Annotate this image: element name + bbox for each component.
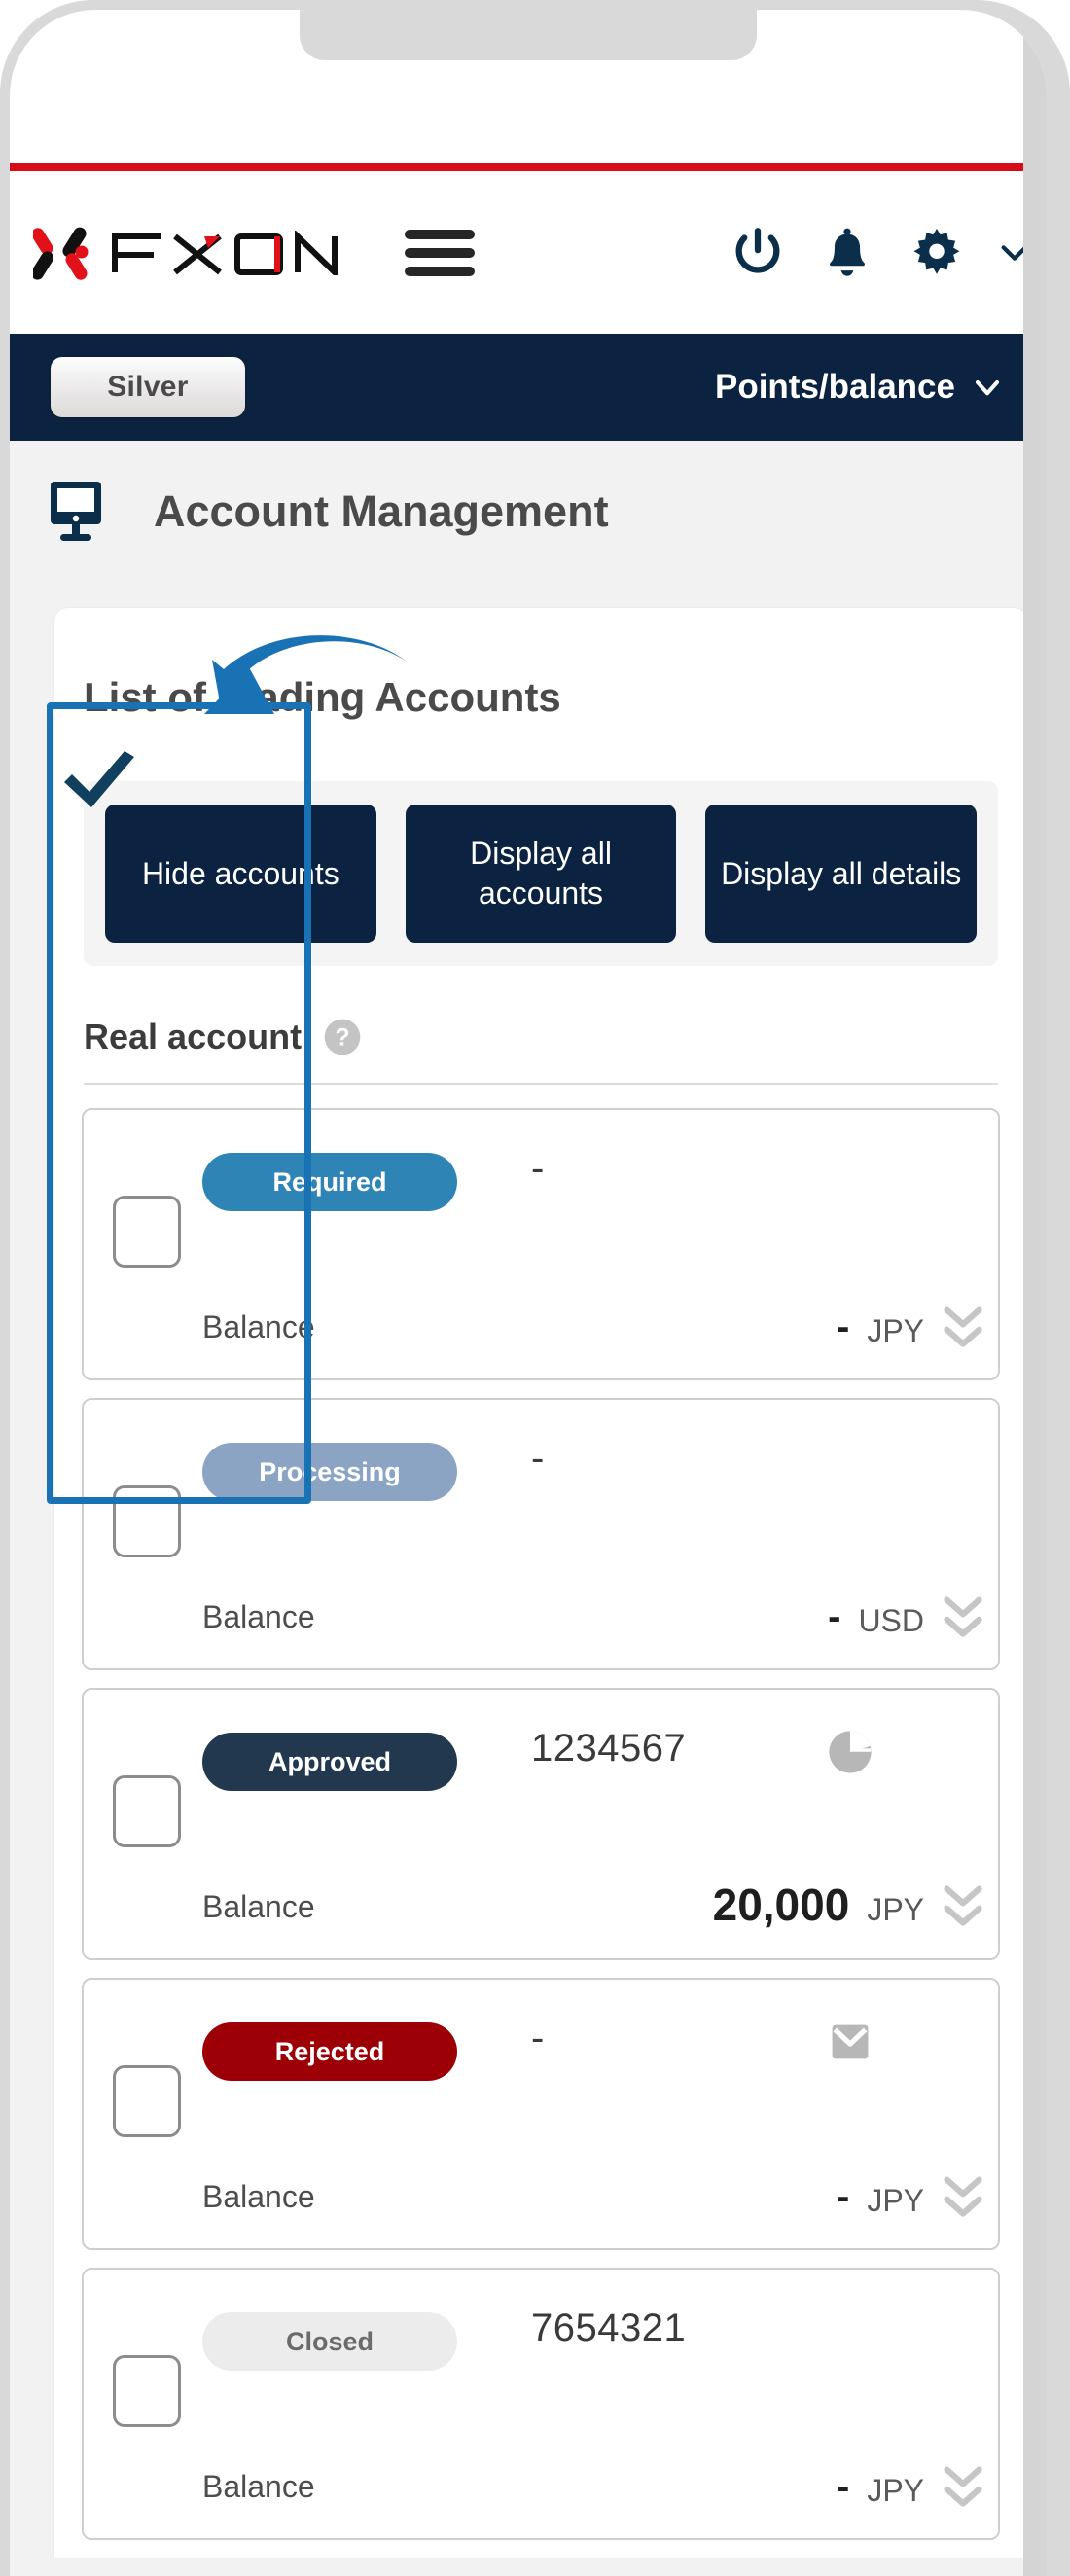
gear-icon[interactable] — [909, 225, 965, 281]
balance-currency: USD — [858, 1603, 924, 1638]
account-row[interactable]: Closed Balance 7654321 - JPY — [82, 2268, 1000, 2540]
account-row-left: Rejected Balance — [84, 1980, 525, 2248]
balance-label: Balance — [202, 1599, 315, 1634]
account-number: - — [531, 2017, 545, 2059]
balance-line: - JPY — [837, 2161, 984, 2221]
hamburger-menu-icon[interactable] — [405, 228, 475, 278]
balance-amount: 20,000 — [712, 1879, 850, 1930]
account-number: 1234567 — [531, 1727, 687, 1770]
balance-amount: - — [828, 1595, 841, 1638]
power-icon[interactable] — [730, 225, 786, 281]
brand-accent-rule — [10, 163, 1047, 171]
status-badge[interactable]: Approved — [202, 1733, 457, 1791]
balance-currency: JPY — [867, 2183, 924, 2218]
balance-amount: - — [836, 1306, 850, 1348]
chevron-double-down-icon[interactable] — [942, 2172, 984, 2223]
status-badge[interactable]: Processing — [202, 1443, 457, 1501]
section-divider — [84, 1083, 998, 1085]
account-list: Required Balance - - JPY Processing Bala… — [82, 1108, 1000, 2540]
balance-amount: - — [836, 2465, 850, 2508]
account-row-left: Closed Balance — [84, 2270, 525, 2538]
account-row[interactable]: Rejected Balance - - JPY — [82, 1978, 1000, 2250]
account-row[interactable]: Required Balance - - JPY — [82, 1108, 1000, 1380]
balance-line: 20,000 JPY — [713, 1870, 984, 1931]
account-select-checkbox[interactable] — [113, 2355, 181, 2427]
header-icon-group — [730, 225, 1031, 281]
account-select-checkbox[interactable] — [113, 1196, 181, 1268]
account-number: 7654321 — [531, 2307, 687, 2349]
phone-mockup-frame: Silver Points/balance Account Management — [0, 0, 1070, 2576]
balance-currency: JPY — [867, 1892, 924, 1927]
filter-button-group: Hide accounts Display all accounts Displ… — [84, 781, 998, 966]
balance-line: - JPY — [837, 1291, 984, 1351]
balance-line: - JPY — [837, 2451, 984, 2511]
points-balance-bar: Silver Points/balance — [10, 334, 1047, 441]
balance-amount: - — [836, 2175, 850, 2218]
app-header — [10, 171, 1047, 334]
account-number: - — [531, 1147, 545, 1190]
question-mark-help-icon[interactable]: ? — [323, 1018, 362, 1056]
status-badge[interactable]: Rejected — [202, 2022, 457, 2081]
chevron-down-icon — [976, 380, 999, 396]
trading-accounts-card: List of Trading Accounts Hide accounts D… — [54, 608, 1027, 2558]
status-badge[interactable]: Required — [202, 1153, 457, 1211]
account-row-right: 1234567 20,000 JPY — [525, 1690, 998, 1958]
balance-currency: JPY — [867, 1313, 924, 1348]
pie-chart-icon[interactable] — [825, 1727, 875, 1777]
balance-label: Balance — [202, 1309, 315, 1344]
phone-bezel-right — [1023, 10, 1047, 2576]
brand-logo[interactable] — [33, 223, 340, 283]
chevron-double-down-icon[interactable] — [942, 2462, 984, 2513]
balance-currency: JPY — [867, 2473, 924, 2508]
balance-line: - USD — [828, 1581, 984, 1641]
page-title-row: Account Management — [10, 441, 1047, 544]
fxon-x-logo-icon — [33, 227, 89, 280]
display-all-details-button[interactable]: Display all details — [705, 805, 978, 943]
envelope-icon[interactable] — [825, 2017, 875, 2067]
balance-label: Balance — [202, 2469, 315, 2504]
account-row-left: Required Balance — [84, 1110, 525, 1378]
real-account-section-head: Real account ? — [84, 1017, 1027, 1057]
monitor-icon — [51, 482, 101, 541]
real-account-label: Real account — [84, 1017, 303, 1056]
account-select-checkbox[interactable] — [113, 2065, 181, 2137]
fxon-wordmark-icon — [112, 230, 338, 275]
points-balance-label: Points/balance — [714, 368, 955, 406]
chevron-double-down-icon[interactable] — [942, 1592, 984, 1643]
page-body: Account Management List of Trading Accou… — [10, 441, 1047, 2576]
account-row-right: - - JPY — [525, 1110, 998, 1378]
account-row[interactable]: Approved Balance 1234567 20,000 JPY — [82, 1688, 1000, 1960]
account-row-right: - - JPY — [525, 1980, 998, 2248]
chevron-double-down-icon[interactable] — [942, 1881, 984, 1932]
account-select-checkbox[interactable] — [113, 1775, 181, 1847]
chevron-double-down-icon[interactable] — [942, 1303, 984, 1353]
account-number: - — [531, 1437, 545, 1480]
page-title: Account Management — [154, 486, 609, 536]
account-row-left: Processing Balance — [84, 1400, 525, 1668]
account-row-left: Approved Balance — [84, 1690, 525, 1958]
account-select-checkbox[interactable] — [113, 1485, 181, 1557]
card-title: List of Trading Accounts — [84, 674, 561, 720]
phone-screen: Silver Points/balance Account Management — [10, 10, 1047, 2576]
display-all-accounts-button[interactable]: Display all accounts — [405, 805, 677, 943]
account-row-right: - - USD — [525, 1400, 998, 1668]
balance-label: Balance — [202, 2179, 315, 2214]
balance-label: Balance — [202, 1889, 315, 1924]
hide-accounts-button[interactable]: Hide accounts — [105, 805, 376, 943]
points-balance-link[interactable]: Points/balance — [715, 368, 1002, 407]
phone-notch — [300, 10, 757, 60]
status-badge[interactable]: Closed — [202, 2312, 457, 2371]
tier-badge[interactable]: Silver — [51, 357, 245, 417]
account-row[interactable]: Processing Balance - - USD — [82, 1398, 1000, 1670]
svg-text:?: ? — [335, 1024, 349, 1052]
account-row-right: 7654321 - JPY — [525, 2270, 998, 2538]
bell-icon[interactable] — [819, 225, 875, 281]
